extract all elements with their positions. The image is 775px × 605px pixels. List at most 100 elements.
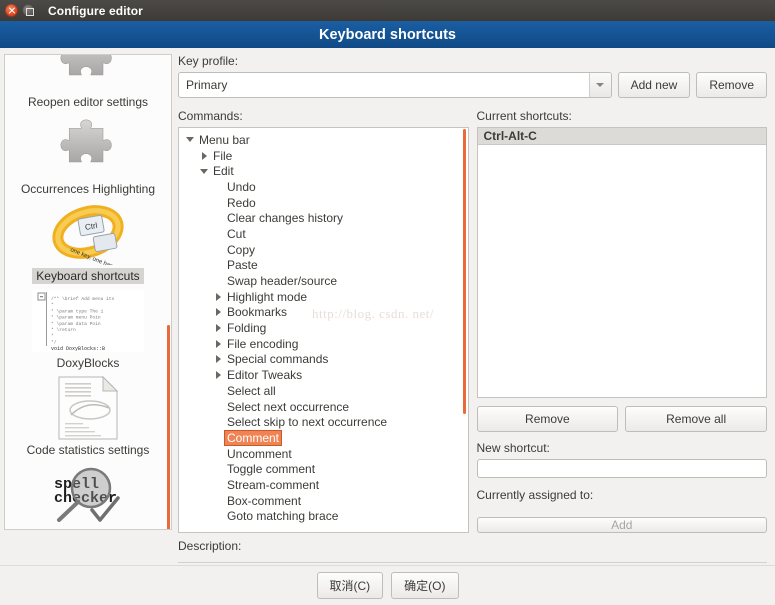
tree-item-label: Menu bar xyxy=(199,132,250,147)
sidebar-item-label: DoxyBlocks xyxy=(56,356,120,370)
chevron-right-icon[interactable] xyxy=(211,355,225,364)
sidebar-item-label: Keyboard shortcuts xyxy=(32,268,144,284)
sidebar-item-doxyblocks[interactable]: /** \brief Add menu its * * \param type Th… xyxy=(5,286,171,373)
tree-item[interactable]: File encoding xyxy=(179,336,468,352)
tree-item[interactable]: Comment xyxy=(179,430,468,446)
commands-column: Commands: Menu bar File Edit Undo Redo Clear … xyxy=(178,109,469,533)
puzzle-icon xyxy=(5,114,171,180)
tree-item[interactable]: Paste xyxy=(179,258,468,274)
tree-item[interactable]: Stream-comment xyxy=(179,477,468,493)
document-icon xyxy=(58,375,119,440)
tree-item[interactable]: Undo xyxy=(179,179,468,195)
chevron-right-icon[interactable] xyxy=(211,308,225,317)
tree-item-label: File xyxy=(213,148,233,163)
tree-item-label: Clear changes history xyxy=(227,211,344,226)
sidebar-item-reopen-editor-settings[interactable]: Reopen editor settings xyxy=(5,55,171,112)
tree-item-label: Folding xyxy=(227,321,267,336)
sidebar-item-spellchecker[interactable]: spellchecker SpellChecker xyxy=(5,460,171,529)
sidebar-item-occurrences-highlighting[interactable]: Occurrences Highlighting xyxy=(5,112,171,199)
tree-item[interactable]: Special commands xyxy=(179,352,468,368)
sidebar-item-code-statistics-settings[interactable]: Code statistics settings xyxy=(5,373,171,460)
sidebar-scrollbar[interactable] xyxy=(167,325,170,529)
tree-item[interactable]: Select skip to next occurrence xyxy=(179,414,468,430)
svg-text:/** \brief Add menu its: /** \brief Add menu its xyxy=(51,296,115,302)
svg-text:*/: */ xyxy=(51,339,57,345)
remove-profile-button[interactable]: Remove xyxy=(696,72,767,98)
tree-item-label: Redo xyxy=(227,195,256,210)
svg-text:* \param menu Poin: * \param menu Poin xyxy=(51,315,101,321)
puzzle-icon xyxy=(5,55,171,93)
tree-item[interactable]: Edit xyxy=(179,163,468,179)
current-shortcuts-label: Current shortcuts: xyxy=(476,109,572,123)
tree-item-label: Bookmarks xyxy=(227,305,288,320)
ok-button[interactable]: 确定(O) xyxy=(391,572,459,599)
add-shortcut-button[interactable]: Add xyxy=(476,517,767,533)
add-new-profile-button[interactable]: Add new xyxy=(617,72,691,98)
tree-item[interactable]: Box-comment xyxy=(179,493,468,509)
tree-item[interactable]: Menu bar xyxy=(179,132,468,148)
tree-item[interactable]: Clear changes history xyxy=(179,210,468,226)
tree-item[interactable]: Swap header/source xyxy=(179,273,468,289)
tree-item[interactable]: Bookmarks xyxy=(179,305,468,321)
puzzle-icon xyxy=(60,119,112,163)
sidebar-item-label: Reopen editor settings xyxy=(27,95,149,109)
sidebar-item-label: Occurrences Highlighting xyxy=(20,182,156,196)
sidebar-item-label: Code statistics settings xyxy=(26,443,150,457)
commands-scrollbar[interactable] xyxy=(462,129,466,414)
chevron-right-icon[interactable] xyxy=(197,151,211,160)
commands-tree[interactable]: Menu bar File Edit Undo Redo Clear changes hi… xyxy=(179,128,468,524)
sidebar-item-keyboard-shortcuts[interactable]: Ctrl one key, one hand Keyboard shortcuts xyxy=(5,199,171,286)
cancel-button[interactable]: 取消(C) xyxy=(316,572,384,599)
description-divider xyxy=(178,556,767,563)
tree-item-label: Toggle comment xyxy=(227,462,316,477)
tree-item-label: Swap header/source xyxy=(227,274,338,289)
tree-item[interactable]: Cut xyxy=(179,226,468,242)
tree-item[interactable]: Redo xyxy=(179,195,468,211)
currently-assigned-value xyxy=(477,506,768,517)
chevron-down-icon[interactable] xyxy=(197,168,211,174)
tree-item[interactable]: Toggle comment xyxy=(179,461,468,477)
description-section: Description: xyxy=(0,533,775,565)
document-icon xyxy=(5,375,171,441)
currently-assigned-label: Currently assigned to: xyxy=(476,488,594,502)
chevron-right-icon[interactable] xyxy=(211,371,225,380)
tree-item-label: Highlight mode xyxy=(227,289,308,304)
current-shortcuts-listbox[interactable]: Ctrl-Alt-C xyxy=(476,127,767,398)
settings-category-sidebar[interactable]: Reopen editor settings Occurrences Highli… xyxy=(4,54,172,530)
spellchecker-magnifier-icon: spellchecker xyxy=(54,467,120,522)
tree-item[interactable]: Goto matching brace xyxy=(179,509,468,525)
shortcut-list-item[interactable]: Ctrl-Alt-C xyxy=(477,128,766,145)
dialog-body: Reopen editor settings Occurrences Highli… xyxy=(0,48,775,533)
tree-item[interactable]: Highlight mode xyxy=(179,289,468,305)
chevron-right-icon[interactable] xyxy=(211,324,225,333)
close-icon[interactable] xyxy=(5,4,18,17)
tree-item[interactable]: Editor Tweaks xyxy=(179,367,468,383)
chevron-down-icon[interactable] xyxy=(588,73,611,97)
chevron-right-icon[interactable] xyxy=(211,339,225,348)
keyboard-shortcuts-panel: Key profile: Primary Add new Remove Comm… xyxy=(178,54,771,533)
tree-item[interactable]: Folding xyxy=(179,320,468,336)
tree-item-label: Comment xyxy=(225,430,282,445)
tree-item-label: Copy xyxy=(227,242,256,257)
description-label: Description: xyxy=(178,539,242,553)
tree-item-label: Box-comment xyxy=(227,493,302,508)
tree-item[interactable]: Select all xyxy=(179,383,468,399)
svg-text:*: * xyxy=(51,302,54,308)
remove-shortcut-button[interactable]: Remove xyxy=(476,406,619,432)
commands-listbox[interactable]: Menu bar File Edit Undo Redo Clear changes hi… xyxy=(178,127,469,533)
new-shortcut-input[interactable] xyxy=(476,459,767,478)
tree-item-label: Cut xyxy=(227,226,246,241)
tree-item[interactable]: Uncomment xyxy=(179,446,468,462)
maximize-icon[interactable] xyxy=(22,4,35,17)
tree-item[interactable]: Select next occurrence xyxy=(179,399,468,415)
key-profile-select[interactable]: Primary xyxy=(178,72,612,98)
spellchecker-magnifier-icon: spellchecker xyxy=(5,462,171,528)
tree-item[interactable]: Copy xyxy=(179,242,468,258)
dialog-footer: 取消(C) 确定(O) xyxy=(0,565,775,605)
chevron-right-icon[interactable] xyxy=(211,292,225,301)
chevron-down-icon[interactable] xyxy=(183,137,197,143)
svg-text:void DoxyBlocks::B: void DoxyBlocks::B xyxy=(51,346,105,352)
remove-all-shortcuts-button[interactable]: Remove all xyxy=(625,406,767,432)
tree-item[interactable]: File xyxy=(179,148,468,164)
svg-text:* \param type The i: * \param type The i xyxy=(51,308,104,314)
